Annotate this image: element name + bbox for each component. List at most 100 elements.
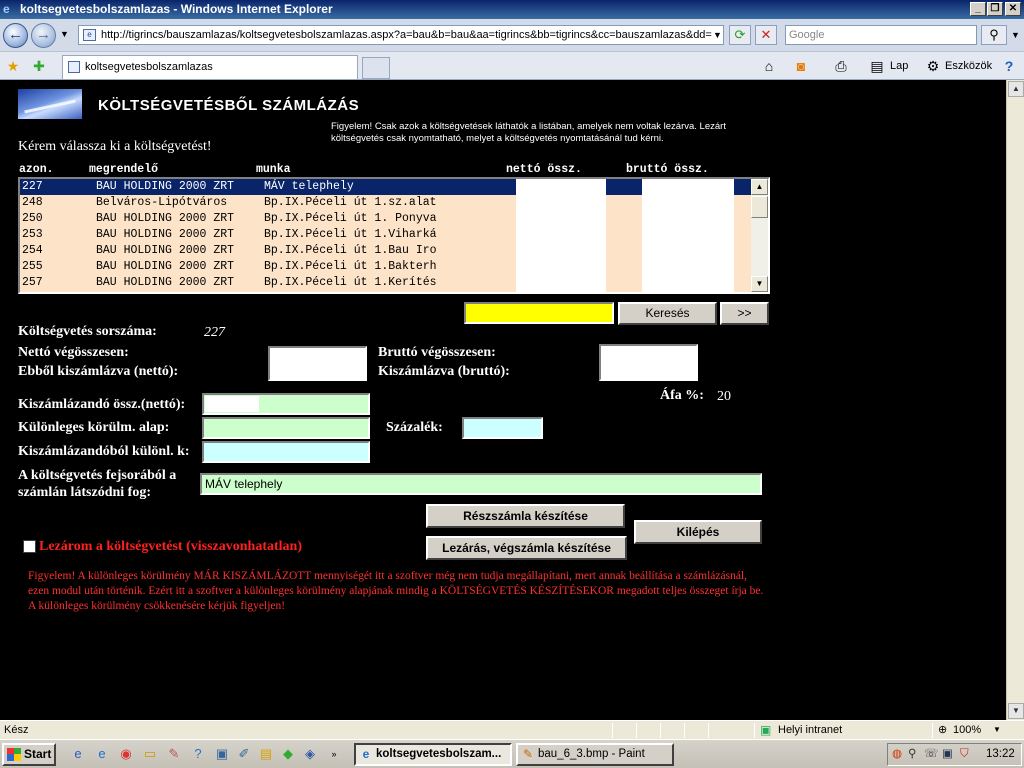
favorites-star-icon[interactable]: ★ [4,56,22,76]
search-field[interactable] [464,302,614,324]
vat-value: 20 [717,389,731,404]
table-row[interactable]: 248 Belváros-Lipótváros Bp.IX.Péceli út 1.… [20,195,753,211]
search-icon[interactable]: ⚲ [981,25,1007,45]
history-dropdown-icon[interactable]: ▼ [60,29,69,39]
minimize-button[interactable]: _ [970,2,986,16]
scroll-down-icon[interactable]: ▼ [751,276,768,292]
cell-id: 257 [22,276,43,289]
table-row[interactable]: 253 BAU HOLDING 2000 ZRT Bp.IX.Péceli út 1… [20,227,753,243]
final-invoice-button[interactable]: Lezárás, végszámla készítése [426,536,627,560]
quicklaunch-ie2-icon[interactable]: e [94,746,110,762]
cell-work: Bp.IX.Péceli út 1.Bakterh [264,260,437,273]
table-row[interactable]: 250 BAU HOLDING 2000 ZRT Bp.IX.Péceli út 1… [20,211,753,227]
new-tab-button[interactable] [362,57,390,79]
cell-id: 253 [22,228,43,241]
table-row[interactable]: 254 BAU HOLDING 2000 ZRT Bp.IX.Péceli út 1… [20,243,753,259]
to-invoice-label: Kiszámlázandó össz.(nettó): [18,397,186,412]
special-from-input[interactable] [202,441,370,463]
page-menu[interactable]: Lap [890,56,908,76]
percent-input[interactable] [462,417,543,439]
special-base-label: Különleges körülm. alap: [18,420,170,435]
quicklaunch-explorer-icon[interactable]: ▤ [258,746,274,762]
address-dropdown-icon[interactable]: ▼ [713,30,722,40]
address-bar[interactable]: e http://tigrincs/bauszamlazas/koltsegve… [78,25,724,45]
cell-customer: BAU HOLDING 2000 ZRT [96,180,235,193]
cell-work: Bp.IX.Péceli út 1.Viharká [264,228,437,241]
feeds-icon[interactable]: ◙ [792,56,810,76]
window-titlebar: e koltsegvetesbolszamlazas - Windows Int… [0,0,1024,19]
back-icon[interactable]: ← [3,23,28,48]
close-budget-label[interactable]: Lezárom a költségvetést (visszavonhatatl… [39,539,302,555]
to-invoice-input[interactable] [202,393,370,415]
quicklaunch-tool-icon[interactable]: ✎ [166,746,182,762]
quicklaunch-chrome-icon[interactable]: ◉ [118,746,134,762]
header-text-label: A költségvetés fejsorából a számlán láts… [18,468,177,500]
maximize-button[interactable]: ❐ [987,2,1003,16]
header-text-input[interactable]: MÁV telephely [200,473,762,495]
page-menu-icon: ▤ [870,58,884,74]
quicklaunch-app1-icon[interactable]: ◆ [280,746,296,762]
page-scroll-down-icon[interactable]: ▼ [1008,703,1024,719]
quicklaunch-monitor-icon[interactable]: ▣ [214,746,230,762]
close-button[interactable]: ✕ [1005,2,1021,16]
task-paint[interactable]: ✎ bau_6_3.bmp - Paint [516,743,674,766]
forward-icon[interactable]: → [31,23,56,48]
quicklaunch-app2-icon[interactable]: ◈ [302,746,318,762]
cell-id: 250 [22,212,43,225]
special-base-input[interactable] [202,417,370,439]
search-input[interactable]: Google [785,25,977,45]
navigation-bar: ← → ▼ e http://tigrincs/bauszamlazas/kol… [0,19,1024,52]
scroll-thumb[interactable] [751,196,768,218]
tab-current[interactable]: koltsegvetesbolszamlazas [62,55,358,79]
tray-device-icon[interactable]: ☏ [924,744,938,765]
tray-network-icon[interactable]: ⚲ [908,744,916,765]
add-favorite-icon[interactable]: ✚ [30,56,48,76]
company-logo [18,89,82,119]
refresh-icon[interactable]: ⟳ [729,25,751,45]
list-scrollbar[interactable]: ▲ ▼ [751,179,768,292]
tray-app-icon[interactable]: ◍ [892,744,902,765]
tools-gear-icon: ⚙ [926,58,940,74]
page-scroll-up-icon[interactable]: ▲ [1008,81,1024,97]
exit-button[interactable]: Kilépés [634,520,762,544]
quicklaunch-more-icon[interactable]: » [326,746,342,762]
table-row[interactable]: 257 BAU HOLDING 2000 ZRT Bp.IX.Péceli út 1… [20,275,753,291]
col-header-customer: megrendelő [89,163,159,176]
special-condition-notice: Figyelem! A különleges körülmény MÁR KIS… [28,570,764,612]
gross-totals-box [599,344,698,381]
zoom-level[interactable]: 100% [953,721,981,739]
gross-invoiced-label: Kiszámlázva (bruttó): [378,364,510,379]
next-button[interactable]: >> [720,302,769,325]
print-icon[interactable]: ⎙ [832,56,850,76]
scroll-up-icon[interactable]: ▲ [751,179,768,195]
budget-listbox[interactable]: 227 BAU HOLDING 2000 ZRT MÁV telephely 248 B… [18,177,770,294]
page-content: KÖLTSÉGVETÉSBŐL SZÁMLÁZÁS Figyelem! Csak… [0,80,1006,720]
tray-monitor-icon[interactable]: ▣ [942,744,953,765]
tools-menu[interactable]: Eszközök [945,56,992,76]
stop-icon[interactable]: ✕ [755,25,777,45]
selected-row-highlight [606,179,642,195]
page-icon [68,61,80,73]
task-ie[interactable]: e koltsegvetesbolszam... [354,743,512,766]
taskbar: Start e e ◉ ▭ ✎ ? ▣ ✐ ▤ ◆ ◈ » e koltsegv… [0,739,1024,768]
quicklaunch-pen-icon[interactable]: ✐ [236,746,252,762]
quicklaunch-ie-icon[interactable]: e [70,746,86,762]
special-from-label: Kiszámlázandóból különl. k: [18,444,190,459]
quicklaunch-folder-icon[interactable]: ▭ [142,746,158,762]
cell-customer: Belváros-Lipótváros [96,196,228,209]
table-row[interactable]: 227 BAU HOLDING 2000 ZRT MÁV telephely [20,179,753,195]
search-options-icon[interactable]: ▼ [1011,30,1020,40]
partial-invoice-button[interactable]: Részszámla készítése [426,504,625,528]
search-button[interactable]: Keresés [618,302,717,325]
cell-customer: BAU HOLDING 2000 ZRT [96,244,235,257]
home-icon[interactable]: ⌂ [760,56,778,76]
start-button[interactable]: Start [2,743,56,766]
help-icon[interactable]: ? [1000,56,1018,76]
page-scrollbar[interactable]: ▲ ▼ [1006,80,1024,720]
close-budget-checkbox[interactable] [23,540,36,553]
zoom-dropdown-icon[interactable]: ▼ [993,721,1001,739]
tray-shield-icon[interactable]: ⛉ [960,744,969,765]
col-header-work: munka [256,163,291,176]
quicklaunch-help-icon[interactable]: ? [190,746,206,762]
table-row[interactable]: 255 BAU HOLDING 2000 ZRT Bp.IX.Péceli út 1… [20,259,753,275]
